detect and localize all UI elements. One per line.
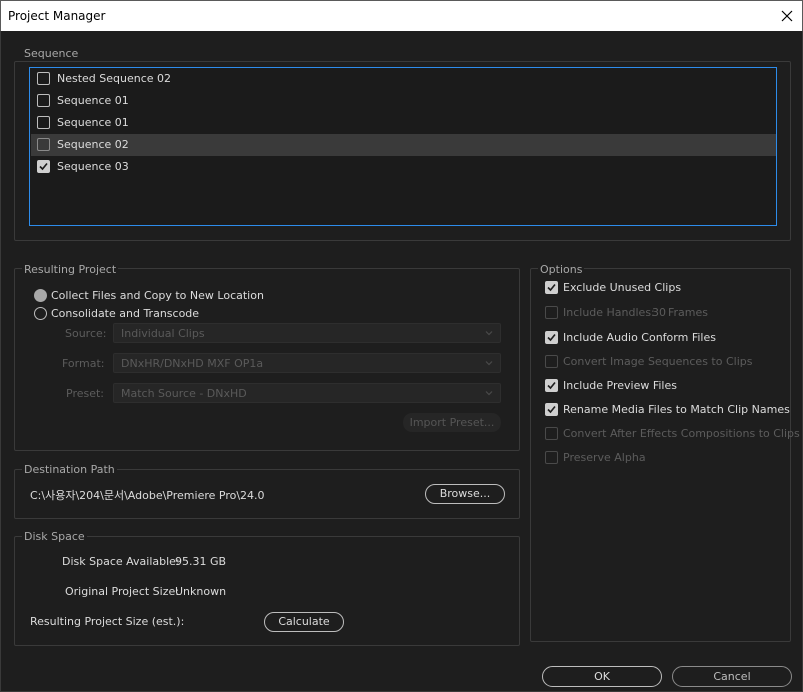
- list-item[interactable]: Nested Sequence 02: [31, 68, 776, 90]
- list-item[interactable]: Sequence 01: [31, 112, 776, 134]
- cancel-button[interactable]: Cancel: [672, 666, 792, 687]
- browse-label: Browse...: [439, 487, 491, 500]
- import-preset-label: Import Preset...: [409, 416, 495, 429]
- source-label: Source:: [65, 327, 107, 340]
- resulting-project-label: Resulting Project: [22, 263, 119, 276]
- sequence-checkbox[interactable]: [37, 94, 50, 107]
- source-dropdown[interactable]: Individual Clips: [113, 323, 501, 343]
- sequence-checkbox[interactable]: [37, 160, 50, 173]
- calculate-button[interactable]: Calculate: [264, 612, 344, 632]
- convert-ae-checkbox[interactable]: [545, 427, 558, 440]
- exclude-unused-checkbox[interactable]: [545, 281, 558, 294]
- list-item[interactable]: Sequence 01: [31, 90, 776, 112]
- calculate-label: Calculate: [278, 615, 330, 628]
- window-title: Project Manager: [8, 9, 106, 23]
- destination-label: Destination Path: [22, 463, 117, 476]
- collect-files-radio[interactable]: [34, 289, 47, 302]
- sequence-label: Sequence 03: [57, 160, 129, 173]
- sequence-label: Sequence 01: [57, 94, 129, 107]
- destination-path: C:\사용자\204\문서\Adobe\Premiere Pro\24.0: [30, 489, 265, 502]
- handles-value[interactable]: 30: [652, 306, 666, 319]
- preserve-alpha-label: Preserve Alpha: [563, 451, 646, 464]
- sequence-label: Sequence 01: [57, 116, 129, 129]
- disk-available-label: Disk Space Available:: [62, 555, 180, 568]
- include-preview-label: Include Preview Files: [563, 379, 677, 392]
- cancel-label: Cancel: [713, 670, 751, 683]
- resulting-size-label: Resulting Project Size (est.):: [30, 615, 185, 628]
- collect-files-label: Collect Files and Copy to New Location: [51, 289, 264, 302]
- chevron-down-icon: [485, 361, 493, 366]
- consolidate-label: Consolidate and Transcode: [51, 307, 200, 320]
- rename-media-checkbox[interactable]: [545, 403, 558, 416]
- sequence-label: Nested Sequence 02: [57, 72, 172, 85]
- close-icon: [781, 10, 793, 22]
- browse-button[interactable]: Browse...: [425, 484, 505, 504]
- preset-value: Match Source - DNxHD: [121, 387, 247, 400]
- original-size-label: Original Project Size:: [65, 585, 179, 598]
- original-size-value: Unknown: [175, 585, 227, 598]
- include-audio-conform-checkbox[interactable]: [545, 331, 558, 344]
- chevron-down-icon: [485, 391, 493, 396]
- format-dropdown[interactable]: DNxHR/DNxHD MXF OP1a: [113, 353, 501, 373]
- list-item[interactable]: Sequence 02: [31, 134, 776, 156]
- close-button[interactable]: [776, 5, 798, 27]
- sequence-checkbox[interactable]: [37, 116, 50, 129]
- include-preview-checkbox[interactable]: [545, 379, 558, 392]
- ok-button[interactable]: OK: [542, 666, 662, 687]
- import-preset-button[interactable]: Import Preset...: [403, 413, 501, 432]
- disk-available-value: 95.31 GB: [175, 555, 227, 568]
- convert-ae-label: Convert After Effects Compositions to Cl…: [563, 427, 800, 440]
- include-handles-label: Include Handles:: [563, 306, 655, 319]
- list-item[interactable]: Sequence 03: [31, 156, 776, 178]
- preset-dropdown[interactable]: Match Source - DNxHD: [113, 383, 501, 403]
- convert-image-sequences-label: Convert Image Sequences to Clips: [563, 355, 753, 368]
- include-handles-checkbox[interactable]: [545, 306, 558, 319]
- sequence-label: Sequence 02: [57, 138, 129, 151]
- sequence-list[interactable]: Nested Sequence 02 Sequence 01 Sequence …: [29, 67, 777, 226]
- preset-label: Preset:: [66, 387, 105, 400]
- preserve-alpha-checkbox[interactable]: [545, 451, 558, 464]
- convert-image-sequences-checkbox[interactable]: [545, 355, 558, 368]
- format-value: DNxHR/DNxHD MXF OP1a: [121, 357, 264, 370]
- source-value: Individual Clips: [121, 327, 205, 340]
- options-label: Options: [538, 263, 585, 276]
- sequence-group-label: Sequence: [22, 47, 81, 60]
- ok-label: OK: [594, 670, 610, 683]
- chevron-down-icon: [485, 331, 493, 336]
- consolidate-radio[interactable]: [34, 307, 47, 320]
- sequence-checkbox[interactable]: [37, 72, 50, 85]
- rename-media-label: Rename Media Files to Match Clip Names: [563, 403, 790, 416]
- sequence-checkbox[interactable]: [37, 138, 50, 151]
- disk-space-label: Disk Space: [22, 530, 87, 543]
- include-audio-conform-label: Include Audio Conform Files: [563, 331, 716, 344]
- title-bar: Project Manager: [0, 0, 803, 31]
- handles-unit: Frames: [668, 306, 709, 319]
- format-label: Format:: [62, 357, 105, 370]
- exclude-unused-label: Exclude Unused Clips: [563, 281, 682, 294]
